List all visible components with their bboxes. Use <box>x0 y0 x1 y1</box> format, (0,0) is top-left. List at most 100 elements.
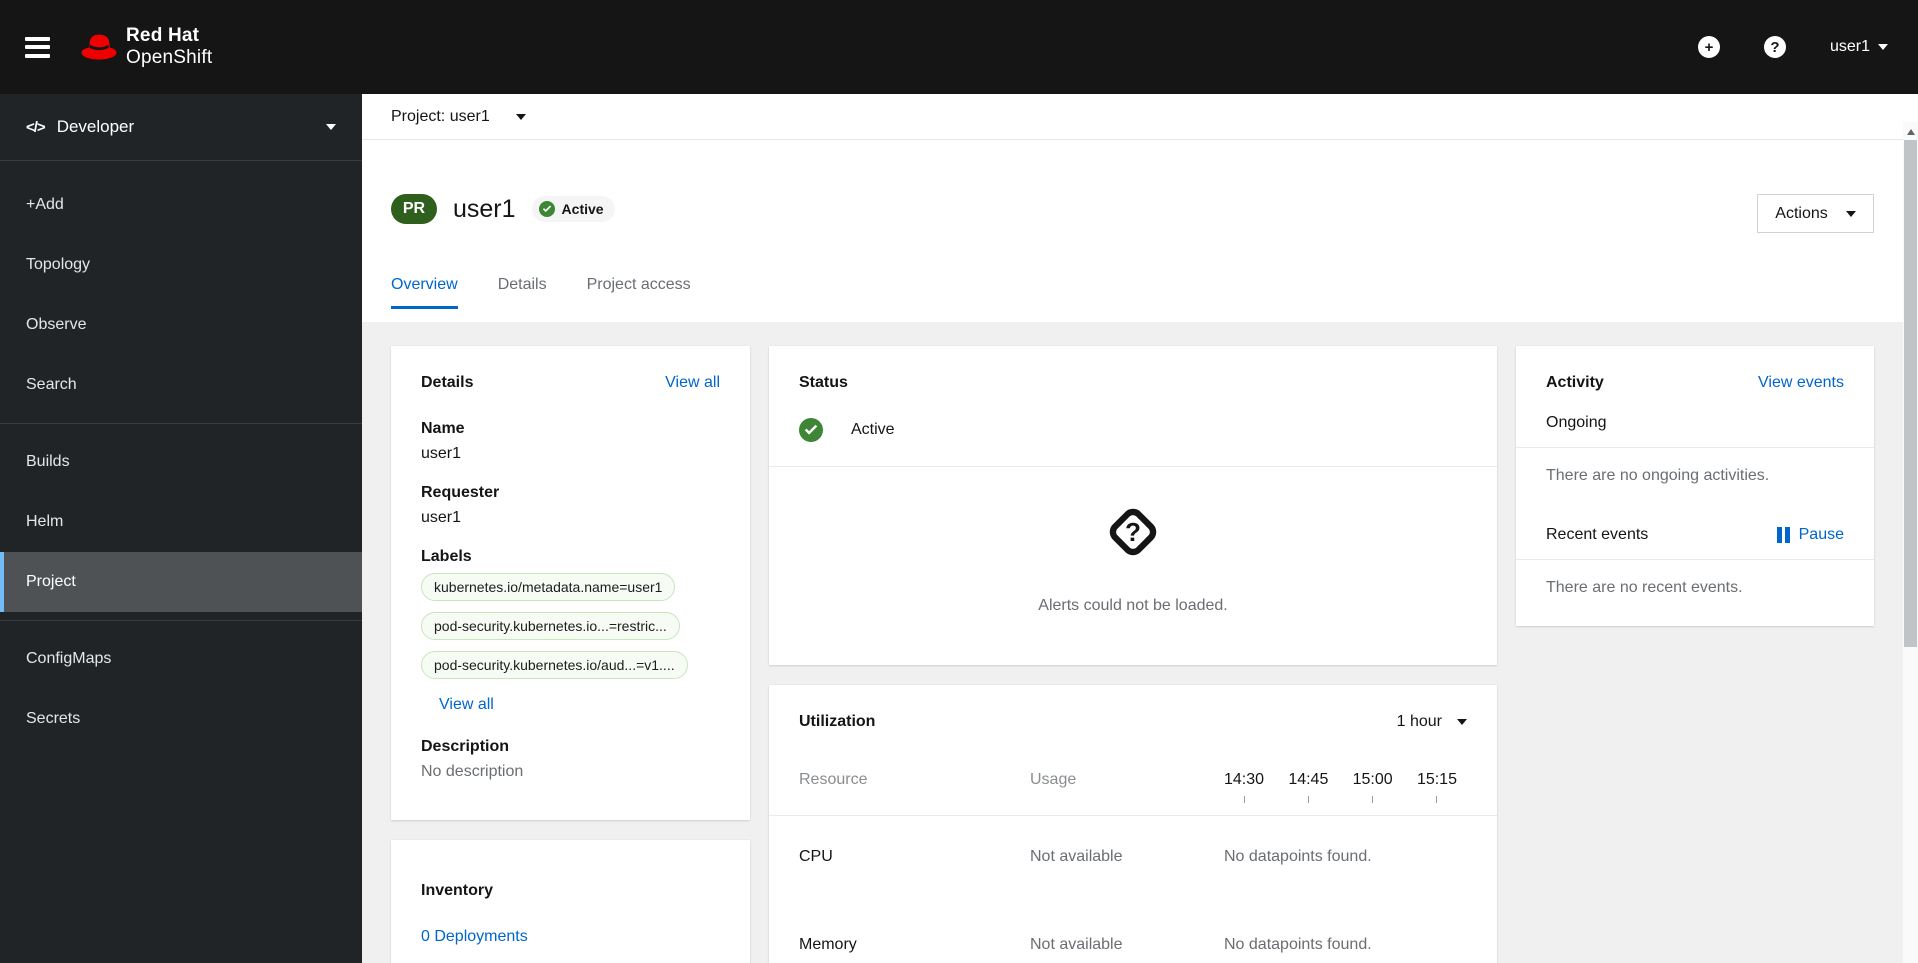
sidebar-item-secrets[interactable]: Secrets <box>0 689 362 749</box>
time-tick <box>1243 796 1245 803</box>
time-axis: 14:30 14:45 15:00 15:15 <box>1224 771 1467 803</box>
ongoing-empty-message: There are no ongoing activities. <box>1546 467 1770 484</box>
labels-label: Labels <box>421 548 472 565</box>
brand-line1: Red Hat <box>126 24 200 46</box>
sidebar-item-search[interactable]: Search <box>0 355 362 415</box>
chevron-down-icon <box>1457 719 1467 725</box>
view-events-link[interactable]: View events <box>1758 374 1844 392</box>
pause-events-button[interactable]: Pause <box>1776 526 1844 544</box>
perspective-switcher[interactable]: </> Developer <box>0 94 362 161</box>
add-circle-icon[interactable]: + <box>1697 36 1720 58</box>
tab-overview[interactable]: Overview <box>391 276 458 309</box>
alerts-error-message: Alerts could not be loaded. <box>1038 597 1228 614</box>
chevron-down-icon <box>1845 210 1856 217</box>
time-tick-label: 14:45 <box>1288 771 1329 788</box>
utilization-row-cpu: CPU Not available No datapoints found. <box>799 816 1467 904</box>
time-tick-label: 15:15 <box>1416 771 1457 788</box>
tab-project-access[interactable]: Project access <box>587 276 691 309</box>
brand-text: Red Hat OpenShift <box>126 25 212 70</box>
datapoints-message: No datapoints found. <box>1224 936 1372 953</box>
utilization-header-row: Resource Usage 14:30 14:45 15:00 15:15 <box>799 771 1467 803</box>
resource-column-header: Resource <box>799 771 868 788</box>
help-circle-icon[interactable]: ? <box>1763 36 1786 58</box>
time-tick-label: 15:00 <box>1352 771 1393 788</box>
sidebar-item-builds[interactable]: Builds <box>0 432 362 492</box>
label-pill[interactable]: kubernetes.io/metadata.name=user1 <box>421 573 676 601</box>
labels-view-all-link[interactable]: View all <box>439 696 494 714</box>
code-icon: </> <box>26 118 46 136</box>
sidebar-item-topology[interactable]: Topology <box>0 235 362 295</box>
deployments-count-link[interactable]: 0 Deployments <box>421 928 528 945</box>
requester-label: Requester <box>421 484 500 501</box>
resource-name: CPU <box>799 848 833 865</box>
pause-label: Pause <box>1798 526 1844 543</box>
nav-list: +Add Topology Observe Search Builds Helm… <box>0 161 362 749</box>
duration-dropdown[interactable]: 1 hour <box>1397 713 1467 731</box>
overview-content: Details View all Name user1 Requester us… <box>362 322 1903 963</box>
actions-label: Actions <box>1775 204 1828 222</box>
nav-divider <box>0 423 362 424</box>
name-label: Name <box>421 420 465 437</box>
scrollbar-thumb[interactable] <box>1904 140 1917 647</box>
page-title: user1 <box>453 194 516 223</box>
requester-value: user1 <box>421 509 462 526</box>
user-menu[interactable]: user1 <box>1830 38 1888 56</box>
status-badge: Active <box>531 196 615 222</box>
details-view-all-link[interactable]: View all <box>665 374 720 392</box>
details-card: Details View all Name user1 Requester us… <box>391 346 750 820</box>
sidebar-item-configmaps[interactable]: ConfigMaps <box>0 629 362 689</box>
masthead: Red Hat OpenShift + ? user1 <box>0 0 1918 94</box>
usage-value: Not available <box>1030 936 1123 953</box>
time-tick <box>1307 796 1309 803</box>
page-header: PR user1 Active Actions Overview Details… <box>362 140 1903 322</box>
chevron-down-icon <box>1878 44 1888 50</box>
brand-logo[interactable]: Red Hat OpenShift <box>80 25 212 70</box>
brand-line2: OpenShift <box>126 47 213 68</box>
sidebar-item-add[interactable]: +Add <box>0 175 362 235</box>
activity-card-title: Activity <box>1546 374 1604 391</box>
status-badge-label: Active <box>561 201 604 217</box>
scrollbar[interactable] <box>1903 122 1918 963</box>
duration-label: 1 hour <box>1396 713 1442 730</box>
sidebar-item-project[interactable]: Project <box>0 552 362 612</box>
time-tick <box>1372 796 1374 803</box>
main-area: Project: user1 PR user1 Active Actions O… <box>362 94 1918 963</box>
unknown-alerts-icon: ? <box>1102 501 1164 563</box>
name-value: user1 <box>421 445 462 462</box>
nav-toggle-icon[interactable] <box>25 36 50 58</box>
pause-icon <box>1776 527 1790 543</box>
label-pill[interactable]: pod-security.kubernetes.io...=restric... <box>421 612 680 640</box>
recent-events-label: Recent events <box>1546 526 1649 543</box>
nav-divider <box>0 620 362 621</box>
usage-value: Not available <box>1030 848 1123 865</box>
activity-card: Activity View events Ongoing There are n… <box>1516 346 1874 626</box>
utilization-card-title: Utilization <box>799 713 876 730</box>
sidebar-item-observe[interactable]: Observe <box>0 295 362 355</box>
tab-details[interactable]: Details <box>498 276 547 309</box>
chevron-down-icon <box>326 124 336 130</box>
project-selector-label: Project: user1 <box>391 107 490 125</box>
utilization-row-memory: Memory Not available No datapoints found… <box>799 904 1467 963</box>
inventory-card: Inventory 0 Deployments <box>391 840 750 963</box>
labels-list: kubernetes.io/metadata.name=user1 pod-se… <box>421 573 720 679</box>
recent-empty-message: There are no recent events. <box>1546 579 1743 596</box>
masthead-utilities: + ? user1 <box>1697 36 1888 58</box>
scroll-up-button[interactable] <box>1903 126 1918 138</box>
description-value: No description <box>421 763 524 780</box>
label-pill[interactable]: pod-security.kubernetes.io/aud...=v1.... <box>421 651 688 679</box>
status-active-label: Active <box>851 421 895 438</box>
project-bar: Project: user1 <box>362 94 1903 140</box>
datapoints-message: No datapoints found. <box>1224 848 1372 865</box>
check-circle-icon <box>799 418 823 442</box>
svg-text:?: ? <box>1125 517 1141 547</box>
project-resource-badge: PR <box>391 194 437 224</box>
ongoing-section-label: Ongoing <box>1546 414 1607 431</box>
status-card: Status Active ? Alerts could not be load… <box>769 346 1497 665</box>
actions-dropdown-button[interactable]: Actions <box>1757 194 1874 233</box>
project-selector[interactable]: Project: user1 <box>391 108 526 126</box>
tab-bar: Overview Details Project access <box>391 276 1874 309</box>
redhat-fedora-icon <box>80 33 118 62</box>
details-card-title: Details <box>421 374 474 391</box>
sidebar-item-helm[interactable]: Helm <box>0 492 362 552</box>
status-card-title: Status <box>799 374 848 391</box>
